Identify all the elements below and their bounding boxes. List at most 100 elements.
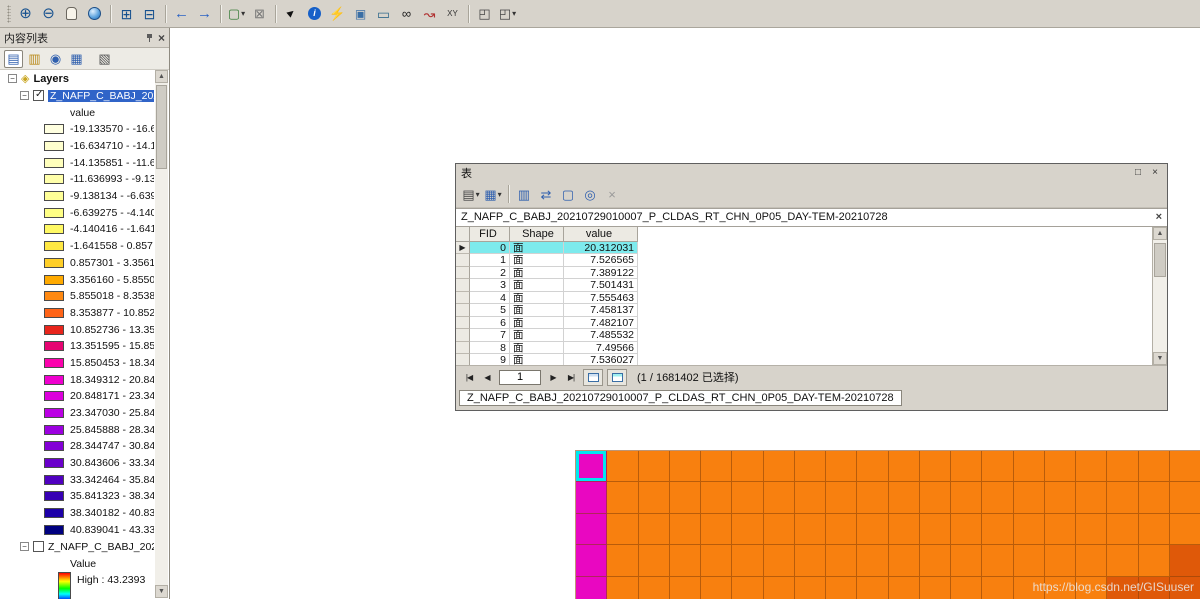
table-cell[interactable]: 1 [470, 254, 510, 267]
table-row[interactable]: 6 面 7.482107 [456, 316, 638, 329]
list-by-visibility-button[interactable]: ◉ [46, 50, 65, 68]
table-cell[interactable]: 8 [470, 341, 510, 354]
back-button[interactable]: ← [171, 4, 192, 24]
switch-selection-button[interactable]: ⇄ [536, 185, 556, 204]
grid-cell[interactable] [1169, 451, 1200, 483]
grid-cell[interactable] [607, 451, 639, 483]
grid-cell[interactable] [1107, 482, 1139, 514]
grid-cell[interactable] [919, 482, 951, 514]
zoom-to-selected-button[interactable]: ◎ [580, 185, 600, 204]
legend-item[interactable]: 8.353877 - 10.852 [0, 305, 154, 322]
grid-cell[interactable] [701, 576, 733, 599]
grid-cell[interactable] [763, 576, 795, 599]
table-cell[interactable]: 7.49566 [564, 341, 638, 354]
legend-item[interactable]: 5.855018 - 8.3538 [0, 288, 154, 305]
go-to-xy-button[interactable]: XY [442, 4, 463, 24]
legend-item[interactable]: -1.641558 - 0.857 [0, 238, 154, 255]
related-tables-button[interactable]: ▦ ▾ [483, 185, 503, 204]
legend-item[interactable]: 23.347030 - 25.84 [0, 405, 154, 422]
identify-button[interactable]: i [304, 4, 325, 24]
table-options-button[interactable]: ▤ ▾ [461, 185, 481, 204]
grid-cell[interactable] [1169, 513, 1200, 546]
grid-cell[interactable] [1169, 482, 1200, 514]
table-cell[interactable]: 7.482107 [564, 316, 638, 329]
grid-cell[interactable] [638, 576, 670, 599]
selected-grid-cell[interactable] [576, 451, 608, 483]
grid-cell[interactable] [701, 545, 733, 577]
grid-cell[interactable] [982, 513, 1014, 546]
legend-item[interactable]: 15.850453 - 18.34 [0, 355, 154, 372]
grid-cell[interactable] [1076, 545, 1108, 577]
legend-item[interactable]: -16.634710 - -14.1 [0, 138, 154, 155]
grid-cell[interactable] [732, 513, 764, 546]
table-cell[interactable]: 4 [470, 291, 510, 304]
grid-cell[interactable] [1076, 451, 1108, 483]
grid-cell[interactable] [732, 482, 764, 514]
grid-cell[interactable] [1169, 545, 1200, 577]
grid-cell[interactable] [763, 513, 795, 546]
legend-item[interactable]: -19.133570 - -16.6 [0, 121, 154, 138]
layer-visibility-checkbox[interactable]: ✓ [33, 89, 44, 101]
close-button[interactable]: × [1148, 166, 1162, 180]
table-cell[interactable]: 7.485532 [564, 329, 638, 342]
grid-cell[interactable] [576, 482, 608, 514]
grid-cell[interactable] [638, 545, 670, 577]
legend-swatch[interactable] [44, 324, 64, 335]
find-route-button[interactable]: ↝ [419, 4, 440, 24]
grid-cell[interactable] [1138, 545, 1170, 577]
scroll-up-icon[interactable]: ▲ [1153, 226, 1167, 240]
create-viewer-window-button[interactable]: ◰ ▾ [497, 4, 518, 24]
pan-button[interactable] [61, 4, 82, 24]
measure-button[interactable]: ▭ [373, 4, 394, 24]
forward-button[interactable]: → [194, 4, 215, 24]
grid-cell[interactable] [763, 545, 795, 577]
table-cell[interactable]: 20.312031 [564, 241, 638, 254]
legend-swatch[interactable] [44, 424, 64, 435]
legend-swatch[interactable] [44, 441, 64, 452]
grid-cell[interactable] [669, 451, 701, 483]
grid-cell[interactable] [1044, 513, 1076, 546]
grid-cell[interactable] [794, 482, 826, 514]
maximize-button[interactable]: □ [1131, 166, 1145, 180]
legend-item[interactable]: 28.344747 - 30.84 [0, 438, 154, 455]
legend-swatch[interactable] [44, 491, 64, 502]
grid-cell[interactable] [888, 545, 920, 577]
legend-item[interactable]: 33.342464 - 35.84 [0, 471, 154, 488]
grid-cell[interactable] [794, 545, 826, 577]
grid-cell[interactable] [1013, 513, 1045, 546]
previous-record-button[interactable]: ◀ [479, 370, 495, 385]
grid-cell[interactable] [576, 576, 608, 599]
table-cell[interactable]: 面 [510, 266, 564, 279]
grid-cell[interactable] [1013, 482, 1045, 514]
table-row[interactable]: 4 面 7.555463 [456, 291, 638, 304]
grid-cell[interactable] [794, 451, 826, 483]
table-cell[interactable]: 9 [470, 354, 510, 366]
grid-cell[interactable] [607, 545, 639, 577]
scrollbar-thumb[interactable] [1154, 242, 1166, 277]
legend-swatch[interactable] [44, 341, 64, 352]
hyperlink-button[interactable]: ⚡ [327, 4, 348, 24]
row-selector[interactable] [456, 354, 470, 366]
table-cell[interactable]: 面 [510, 341, 564, 354]
grid-cell[interactable] [982, 545, 1014, 577]
row-selector[interactable] [456, 341, 470, 354]
scroll-down-icon[interactable]: ▼ [1153, 352, 1167, 366]
grid-cell[interactable] [951, 576, 983, 599]
grid-cell[interactable] [732, 545, 764, 577]
legend-item[interactable]: 0.857301 - 3.3561 [0, 255, 154, 272]
legend-item[interactable]: 10.852736 - 13.35 [0, 321, 154, 338]
grid-cell[interactable] [794, 513, 826, 546]
grid-cell[interactable] [951, 451, 983, 483]
grid-cell[interactable] [1013, 545, 1045, 577]
table-cell[interactable]: 7.536027 [564, 354, 638, 366]
fixed-zoom-out-button[interactable]: ⊟ [139, 4, 160, 24]
table-window-titlebar[interactable]: 表 □ × [456, 164, 1167, 182]
grid-cell[interactable] [638, 513, 670, 546]
grid-cell[interactable] [982, 482, 1014, 514]
grid-cell[interactable] [857, 513, 889, 546]
grid-cell[interactable] [701, 451, 733, 483]
legend-swatch[interactable] [44, 391, 64, 402]
grid-cell[interactable] [607, 513, 639, 546]
select-by-attributes-button[interactable]: ▥ [514, 185, 534, 204]
layer-row[interactable]: − Z_NAFP_C_BABJ_202 [0, 538, 154, 555]
